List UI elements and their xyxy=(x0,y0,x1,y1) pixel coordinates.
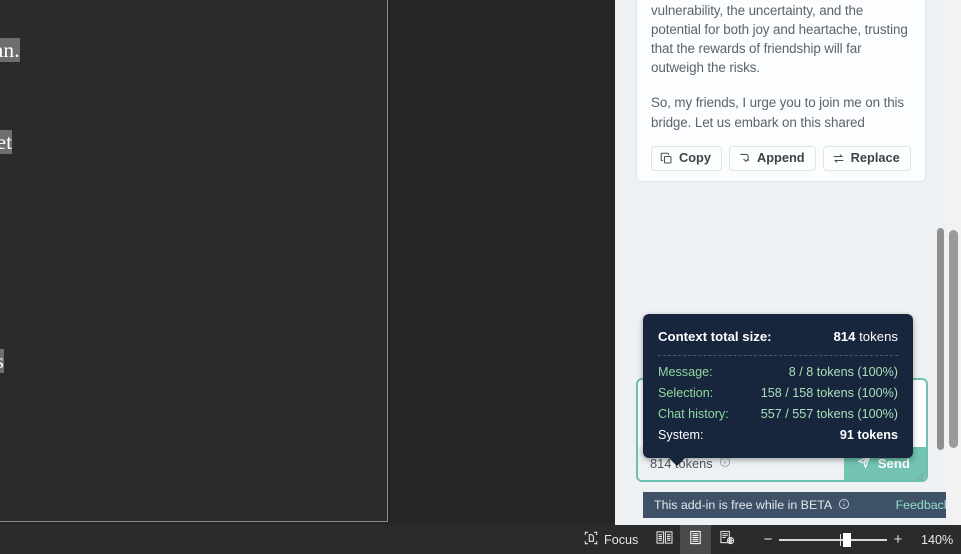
focus-button[interactable]: Focus xyxy=(574,525,648,554)
tooltip-row-value: 557 / 557 tokens (100%) xyxy=(760,407,898,421)
tooltip-row-value: 91 tokens xyxy=(839,428,898,442)
chat-message-paragraph: So, my friends, I urge you to join me on… xyxy=(651,95,905,130)
send-button-label: Send xyxy=(877,456,910,471)
panel-scrollbar-thumb[interactable] xyxy=(949,230,958,448)
tooltip-row-system: System: 91 tokens xyxy=(658,425,898,446)
copy-button-label: Copy xyxy=(679,149,711,165)
zoom-slider-thumb[interactable] xyxy=(842,532,851,547)
copy-button[interactable]: Copy xyxy=(651,145,722,171)
tooltip-row-value: 158 / 158 tokens (100%) xyxy=(760,386,898,400)
single-page-view-button[interactable] xyxy=(679,525,712,554)
tooltip-total-label: Context total size: xyxy=(658,329,772,344)
document-gutter xyxy=(388,0,615,525)
zoom-in-button[interactable]: + xyxy=(887,532,909,547)
selected-text-line: is a fact that I will not get xyxy=(0,130,13,154)
message-action-bar: Copy Append Replace xyxy=(651,145,911,171)
zoom-out-button[interactable]: − xyxy=(757,532,779,547)
single-page-icon xyxy=(688,530,703,550)
zoom-percent-label[interactable]: 140% xyxy=(921,533,961,547)
tooltip-total-value: 814 tokens xyxy=(833,326,898,347)
replace-swap-icon xyxy=(832,152,845,165)
tooltip-row-selection: Selection: 158 / 158 tokens (100%) xyxy=(658,383,898,404)
zoom-slider-rail xyxy=(778,539,887,541)
document-paragraph[interactable]: uffer because I am human. hem with other… xyxy=(0,33,319,102)
info-icon[interactable] xyxy=(719,456,731,471)
document-canvas[interactable]: uffer because I am human. hem with other… xyxy=(0,0,615,525)
focus-label: Focus xyxy=(604,532,639,547)
status-bar-left-spacer xyxy=(0,525,574,554)
tooltip-row-label: Message: xyxy=(658,365,713,379)
append-button-label: Append xyxy=(757,149,805,165)
zoom-control[interactable]: − + xyxy=(757,530,909,550)
tooltip-divider xyxy=(658,355,898,356)
tooltip-total-row: Context total size: 814 tokens xyxy=(658,326,898,347)
addin-panel[interactable]: that leads to a world where like-minded … xyxy=(615,0,946,525)
beta-notice-text-group: This add-in is free while in BETA xyxy=(654,498,850,513)
document-page[interactable]: uffer because I am human. hem with other… xyxy=(0,0,388,522)
info-icon[interactable] xyxy=(838,498,850,513)
chat-message-card[interactable]: that leads to a world where like-minded … xyxy=(636,0,926,182)
feedback-link[interactable]: Feedback xyxy=(896,498,946,512)
document-text-body[interactable]: uffer because I am human. hem with other… xyxy=(0,33,319,436)
zoom-slider-tick xyxy=(839,533,842,546)
selected-text-line: uffer because I am human. xyxy=(0,38,20,62)
book-pages-icon xyxy=(656,530,673,550)
multi-page-view-button[interactable] xyxy=(648,525,680,554)
chat-scrollbar-thumb[interactable] xyxy=(937,228,944,450)
tooltip-row-label: Chat history: xyxy=(658,407,729,421)
beta-notice-bar: This add-in is free while in BETA Feedba… xyxy=(643,492,946,518)
replace-button-label: Replace xyxy=(850,149,900,165)
append-button[interactable]: Append xyxy=(729,145,816,171)
tooltip-total-number: 814 xyxy=(833,329,856,344)
chat-message-paragraph: that leads to a world where like-minded … xyxy=(651,2,908,76)
page-globe-icon xyxy=(719,530,735,550)
composer-resize-grip[interactable] xyxy=(914,468,925,480)
tooltip-row-label: Selection: xyxy=(658,386,714,400)
beta-notice-label: This add-in is free while in BETA xyxy=(654,498,833,512)
zoom-slider[interactable] xyxy=(778,530,887,550)
replace-button[interactable]: Replace xyxy=(822,145,911,171)
focus-icon xyxy=(584,531,598,548)
document-paragraph[interactable]: that such a companion is re found. xyxy=(0,344,319,413)
selected-text-line: that such a companion is xyxy=(0,348,4,373)
status-bar: Focus − + 140% xyxy=(0,525,961,554)
document-paragraph[interactable]: ning for a companion t I've sprouted, an… xyxy=(0,217,319,286)
tooltip-row-message: Message: 8 / 8 tokens (100%) xyxy=(658,362,898,383)
context-size-tooltip: Context total size: 814 tokens Message: … xyxy=(643,314,913,466)
tooltip-total-unit: tokens xyxy=(859,329,898,344)
tooltip-row-label: System: xyxy=(658,428,704,442)
copy-icon xyxy=(660,152,673,165)
document-paragraph[interactable]: is a fact that I will not get xyxy=(0,125,319,160)
tooltip-row-value: 8 / 8 tokens (100%) xyxy=(788,365,898,379)
tooltip-arrow xyxy=(668,457,686,466)
tooltip-row-chat-history: Chat history: 557 / 557 tokens (100%) xyxy=(658,404,898,425)
addin-panel-inner[interactable]: that leads to a world where like-minded … xyxy=(629,0,946,525)
web-view-button[interactable] xyxy=(711,525,743,554)
append-arrow-icon xyxy=(738,152,751,165)
